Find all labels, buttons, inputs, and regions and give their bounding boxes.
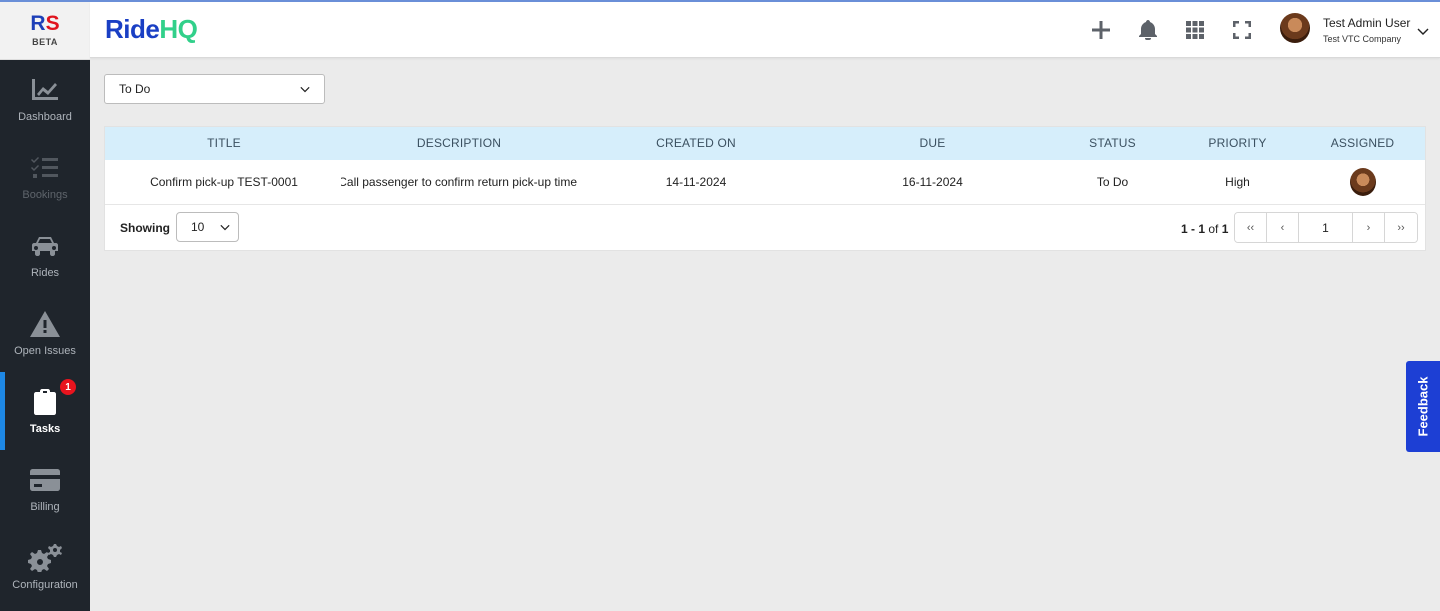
table-row[interactable]: Confirm pick-up TEST-0001 Call passenger… — [105, 160, 1425, 205]
next-page-button[interactable]: › — [1353, 213, 1385, 242]
fullscreen-icon[interactable] — [1230, 18, 1254, 42]
app-title[interactable]: RideHQ — [105, 14, 198, 45]
pagination-range: 1 - 1 of 1 — [1181, 222, 1229, 236]
car-icon — [28, 231, 62, 261]
chevron-down-icon[interactable] — [1417, 24, 1429, 36]
sidebar-item-label: Configuration — [12, 579, 78, 591]
chevron-down-icon — [300, 86, 310, 93]
column-header-description[interactable]: DESCRIPTION — [341, 127, 577, 160]
chevron-down-icon — [220, 224, 230, 231]
sidebar-item-label: Open Issues — [14, 345, 76, 357]
feedback-button[interactable]: Feedback — [1406, 361, 1440, 452]
first-page-button[interactable]: ‹‹ — [1235, 213, 1267, 242]
column-header-created-on[interactable]: CREATED ON — [615, 127, 777, 160]
user-avatar[interactable] — [1280, 13, 1310, 43]
sidebar: RS BETA Dashboard Bookings Rides Open Is… — [0, 0, 90, 611]
clipboard-check-icon — [28, 387, 62, 417]
plus-icon[interactable] — [1089, 18, 1113, 42]
pagination: ‹‹ ‹ 1 › ›› — [1234, 212, 1418, 243]
status-filter-value: To Do — [119, 82, 151, 96]
user-company: Test VTC Company — [1323, 34, 1402, 44]
sidebar-item-rides[interactable]: Rides — [0, 216, 90, 294]
user-name[interactable]: Test Admin User — [1323, 16, 1410, 30]
last-page-button[interactable]: ›› — [1385, 213, 1417, 242]
sidebar-item-label: Bookings — [22, 189, 68, 201]
assignee-avatar[interactable] — [1350, 168, 1376, 196]
sidebar-item-bookings[interactable]: Bookings — [0, 138, 90, 216]
logo-text: RS — [30, 11, 60, 35]
sidebar-item-label: Dashboard — [18, 111, 72, 123]
column-header-assigned[interactable]: ASSIGNED — [1305, 127, 1420, 160]
top-header: RideHQ Test Admin User Test VTC Company — [90, 2, 1440, 58]
column-header-due[interactable]: DUE — [815, 127, 1050, 160]
sidebar-item-label: Billing — [30, 501, 60, 513]
warning-icon — [28, 309, 62, 339]
sidebar-item-billing[interactable]: Billing — [0, 450, 90, 528]
task-status: To Do — [1096, 175, 1129, 189]
prev-page-button[interactable]: ‹ — [1267, 213, 1299, 242]
sidebar-item-configuration[interactable]: Configuration — [0, 528, 90, 606]
column-header-title[interactable]: TITLE — [145, 127, 303, 160]
top-accent-line — [0, 0, 1440, 2]
sidebar-item-label: Rides — [30, 267, 60, 279]
status-filter-select[interactable]: To Do — [104, 74, 325, 104]
task-title: Confirm pick-up TEST-0001 — [150, 175, 298, 189]
bell-icon[interactable] — [1136, 18, 1160, 42]
sidebar-item-dashboard[interactable]: Dashboard — [0, 60, 90, 138]
task-due: 16-11-2024 — [902, 175, 963, 189]
table-header: TITLE DESCRIPTION CREATED ON DUE STATUS … — [105, 127, 1425, 160]
column-header-status[interactable]: STATUS — [1055, 127, 1170, 160]
task-description: Call passenger to confirm return pick-up… — [341, 175, 577, 189]
column-header-priority[interactable]: PRIORITY — [1180, 127, 1295, 160]
tasks-count-badge: 1 — [60, 379, 76, 395]
task-priority: High — [1225, 175, 1250, 189]
chart-line-icon — [28, 75, 62, 105]
feedback-label: Feedback — [1415, 376, 1431, 437]
sidebar-item-tasks[interactable]: Tasks 1 — [0, 372, 90, 450]
showing-label: Showing — [120, 221, 170, 235]
sidebar-item-label: Tasks — [29, 423, 61, 435]
page-size-select[interactable]: 10 — [176, 212, 239, 242]
list-check-icon — [28, 153, 62, 183]
gears-icon — [28, 543, 62, 573]
table-footer: Showing 10 1 - 1 of 1 ‹‹ ‹ 1 › ›› — [105, 206, 1425, 251]
page-size-value: 10 — [191, 220, 205, 234]
credit-card-icon — [28, 465, 62, 495]
sidebar-item-open-issues[interactable]: Open Issues — [0, 294, 90, 372]
page-number-input[interactable]: 1 — [1299, 213, 1353, 242]
brand-logo[interactable]: RS BETA — [0, 0, 90, 60]
tasks-table-card: TITLE DESCRIPTION CREATED ON DUE STATUS … — [104, 126, 1426, 251]
beta-label: BETA — [32, 36, 58, 47]
grid-apps-icon[interactable] — [1183, 18, 1207, 42]
task-created-on: 14-11-2024 — [665, 175, 727, 189]
